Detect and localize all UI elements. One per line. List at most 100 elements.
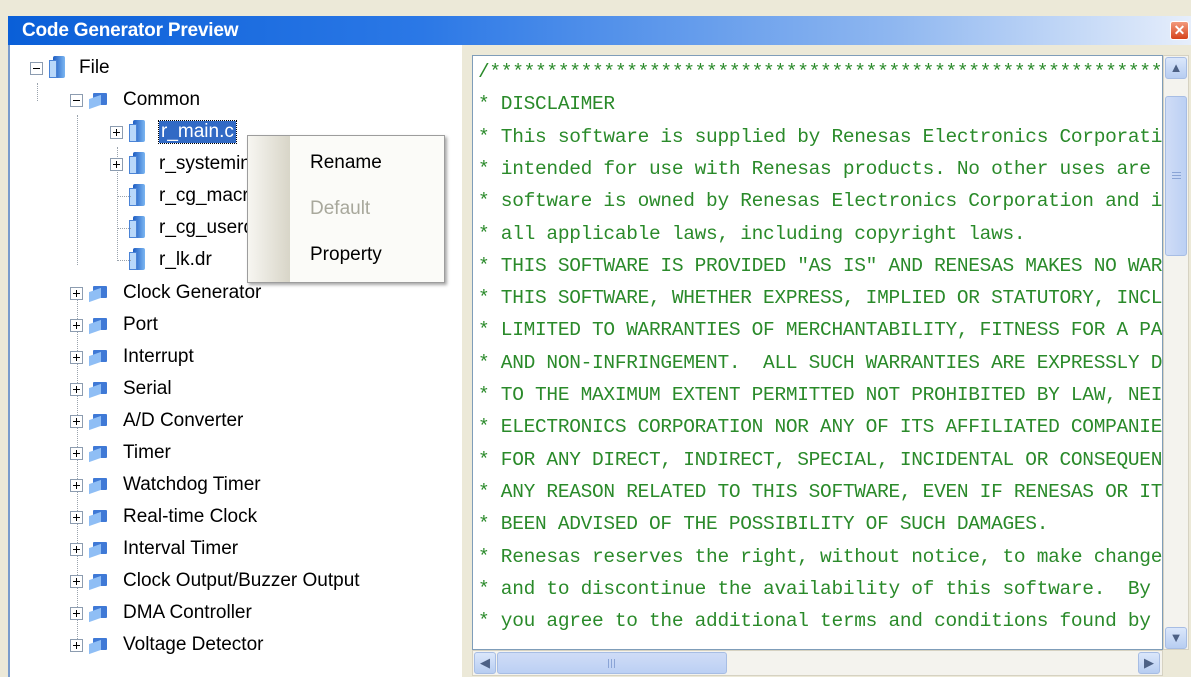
tree-folder-common[interactable]: Common (70, 85, 200, 115)
horizontal-scroll-thumb[interactable] (497, 652, 727, 674)
c-file-icon (129, 184, 147, 208)
folder-icon (89, 382, 109, 399)
tree-folder-item[interactable]: Interrupt (70, 342, 194, 372)
expand-toggle-icon[interactable] (70, 638, 83, 652)
tree-folder-label: A/D Converter (123, 410, 244, 431)
expand-toggle-icon[interactable] (70, 350, 83, 364)
code-line: * TO THE MAXIMUM EXTENT PERMITTED NOT PR… (478, 384, 1163, 406)
scroll-left-button[interactable]: ◀ (474, 652, 496, 674)
code-generator-preview-window: Code Generator Preview ✕ File Common r_m… (0, 0, 1191, 677)
title-bar[interactable]: Code Generator Preview ✕ (8, 16, 1191, 45)
code-text-area[interactable]: /***************************************… (472, 55, 1163, 650)
vertical-scroll-thumb[interactable] (1165, 96, 1187, 256)
tree-folder-label: Common (123, 89, 201, 110)
c-file-icon (129, 152, 147, 176)
tree-folder-label: Serial (123, 378, 172, 399)
folder-icon (89, 478, 109, 495)
tree-folder-item[interactable]: DMA Controller (70, 598, 252, 628)
folder-icon (89, 350, 109, 367)
tree-folder-item[interactable]: Real-time Clock (70, 502, 257, 532)
scrollbar-corner (1163, 650, 1189, 676)
tree-folder-item[interactable]: Watchdog Timer (70, 470, 261, 500)
code-preview-pane: /***************************************… (472, 45, 1191, 677)
tree-folder-label: Interrupt (123, 346, 194, 367)
tree-folder-item[interactable]: Clock Generator (70, 278, 261, 308)
expand-toggle-icon[interactable] (70, 606, 83, 620)
code-line: * you agree to the additional terms and … (478, 610, 1163, 633)
code-line: * THIS SOFTWARE, WHETHER EXPRESS, IMPLIE… (478, 287, 1163, 310)
c-file-icon (129, 216, 147, 240)
tree-folder-label: DMA Controller (123, 602, 252, 623)
code-line: * LIMITED TO WARRANTIES OF MERCHANTABILI… (478, 319, 1163, 342)
code-line: * BEEN ADVISED OF THE POSSIBILITY OF SUC… (478, 513, 1049, 536)
tree-file-label: r_lk.dr (159, 249, 212, 270)
tree-folder-item[interactable]: A/D Converter (70, 406, 243, 436)
close-button[interactable]: ✕ (1170, 21, 1189, 40)
code-line: * DISCLAIMER (478, 93, 615, 116)
c-file-icon (129, 248, 147, 272)
tree-root-label: File (79, 57, 110, 78)
context-menu-item-rename[interactable]: Rename (310, 152, 382, 174)
tree-connector (117, 260, 131, 262)
scroll-up-button[interactable]: ▲ (1165, 57, 1187, 79)
tree-folder-label: Timer (123, 442, 171, 463)
tree-folder-label: Watchdog Timer (123, 474, 261, 495)
code-line: * intended for use with Renesas products… (478, 157, 1163, 180)
expand-toggle-icon[interactable] (110, 125, 123, 139)
c-file-icon (129, 120, 147, 144)
tree-folder-item[interactable]: Clock Output/Buzzer Output (70, 566, 360, 596)
folder-icon (89, 286, 109, 303)
expand-toggle-icon[interactable] (70, 446, 83, 460)
expand-toggle-icon[interactable] (110, 157, 123, 171)
file-stack-icon (49, 56, 67, 80)
collapse-toggle-icon[interactable] (70, 93, 83, 107)
menu-icon-gutter (248, 136, 290, 282)
code-line: * software is owned by Renesas Electroni… (478, 190, 1163, 213)
code-line: * ELECTRONICS CORPORATION NOR ANY OF ITS… (478, 416, 1163, 439)
expand-toggle-icon[interactable] (70, 414, 83, 428)
tree-file-item[interactable]: r_main.c (110, 117, 237, 147)
tree-folder-item[interactable]: Serial (70, 374, 172, 404)
expand-toggle-icon[interactable] (70, 542, 83, 556)
tree-root-file[interactable]: File (30, 53, 110, 83)
tree-folder-label: Real-time Clock (123, 506, 258, 527)
code-line: * Renesas reserves the right, without no… (478, 545, 1163, 568)
folder-icon (89, 446, 109, 463)
scroll-right-button[interactable]: ▶ (1138, 652, 1160, 674)
tree-connector (117, 228, 131, 230)
scroll-down-button[interactable]: ▼ (1165, 627, 1187, 649)
expand-toggle-icon[interactable] (70, 478, 83, 492)
folder-icon (89, 542, 109, 559)
tree-folder-item[interactable]: Timer (70, 438, 171, 468)
code-line: * This software is supplied by Renesas E… (478, 125, 1163, 148)
folder-icon (89, 414, 109, 431)
tree-folder-label: Port (123, 314, 158, 335)
code-line: * all applicable laws, including copyrig… (478, 222, 1026, 245)
folder-icon (89, 510, 109, 527)
tree-connector (77, 115, 79, 265)
tree-folder-item[interactable]: Interval Timer (70, 534, 238, 564)
tree-folder-label: Clock Generator (123, 282, 262, 303)
collapse-toggle-icon[interactable] (30, 61, 43, 75)
folder-icon (89, 638, 109, 655)
context-menu-item-default: Default (310, 198, 371, 219)
code-line: * ANY REASON RELATED TO THIS SOFTWARE, E… (478, 480, 1163, 503)
folder-icon (89, 606, 109, 623)
pane-splitter[interactable] (462, 45, 472, 677)
tree-folder-item[interactable]: Port (70, 310, 158, 340)
tree-connector (117, 196, 131, 198)
expand-toggle-icon[interactable] (70, 510, 83, 524)
expand-toggle-icon[interactable] (70, 286, 83, 300)
expand-toggle-icon[interactable] (70, 382, 83, 396)
tree-file-label: r_main.c (158, 120, 237, 144)
tree-folder-label: Voltage Detector (123, 634, 264, 655)
tree-folder-item[interactable]: Voltage Detector (70, 630, 263, 660)
context-menu-item-property[interactable]: Property (310, 244, 382, 266)
vertical-scrollbar[interactable]: ▲ ▼ (1163, 55, 1189, 650)
expand-toggle-icon[interactable] (70, 318, 83, 332)
expand-toggle-icon[interactable] (70, 574, 83, 588)
tree-folder-label: Interval Timer (123, 538, 239, 559)
horizontal-scrollbar[interactable]: ◀ ▶ (472, 650, 1163, 676)
window-title: Code Generator Preview (22, 20, 239, 41)
folder-icon (89, 93, 109, 110)
